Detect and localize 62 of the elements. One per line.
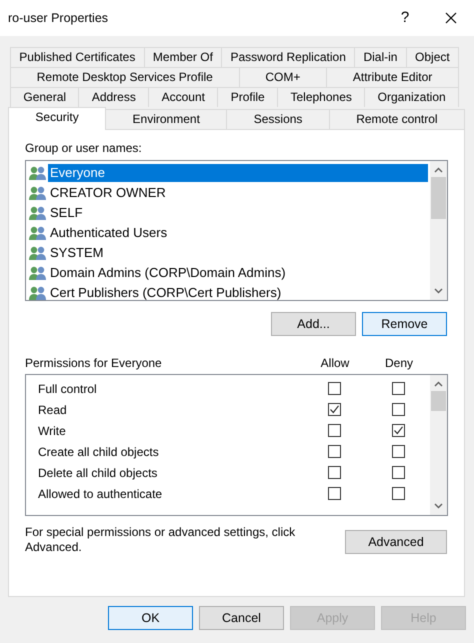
scroll-up-icon[interactable] [434, 381, 443, 387]
tab[interactable]: Published Certificates [10, 47, 145, 67]
checkbox[interactable] [392, 445, 404, 458]
tab[interactable]: Remote control [328, 109, 465, 129]
close-icon [445, 12, 457, 24]
scroll-down-icon[interactable] [434, 503, 443, 509]
button[interactable]: OK [108, 606, 193, 630]
button[interactable]: Remove [362, 312, 447, 336]
scrollbar[interactable] [430, 161, 447, 300]
permission-name: Read [38, 402, 67, 418]
checkbox[interactable] [328, 487, 340, 500]
tab[interactable]: General [10, 87, 80, 107]
checkbox[interactable] [328, 403, 340, 416]
user-list[interactable]: Everyone CREATOR OWNER SELF Authenticated Users SYSTEM Domain Admins (CORP\Domain Admins) Cert Publishers (CORP\Cert Publishers) [25, 160, 448, 301]
permission-name: Full control [38, 380, 97, 398]
users-icon [28, 265, 48, 281]
scroll-thumb[interactable] [431, 391, 446, 411]
users-icon [28, 285, 48, 300]
list-item[interactable]: SYSTEM [48, 244, 106, 262]
checkbox[interactable] [328, 382, 340, 395]
permission-name: Create all child objects [38, 444, 159, 460]
permission-name: Allowed to authenticate [38, 486, 162, 502]
checkbox[interactable] [392, 403, 404, 416]
tab[interactable]: Object [406, 47, 459, 67]
column-header: Allow [320, 355, 350, 372]
list-item[interactable]: Everyone [48, 164, 428, 182]
scroll-down-icon[interactable] [434, 288, 443, 294]
permission-name: Delete all child objects [38, 464, 158, 482]
tab[interactable]: Organization [364, 87, 460, 107]
checkbox[interactable] [328, 466, 340, 479]
checkbox[interactable] [328, 445, 340, 458]
button[interactable]: Cancel [199, 606, 284, 630]
tab[interactable]: Remote Desktop Services Profile [10, 67, 240, 87]
checkbox[interactable] [392, 382, 404, 395]
list-item[interactable]: Authenticated Users [48, 224, 170, 242]
list-item[interactable]: Domain Admins (CORP\Domain Admins) [48, 264, 288, 282]
button[interactable]: Add... [271, 312, 356, 336]
permission-name: Write [38, 422, 66, 440]
checkbox[interactable] [392, 466, 404, 479]
list-item[interactable]: CREATOR OWNER [48, 184, 168, 202]
users-icon [28, 245, 48, 261]
users-icon [28, 225, 48, 241]
window-title: ro-user Properties [8, 10, 110, 27]
permissions-label: Permissions for Everyone [25, 355, 163, 372]
advanced-note: For special permissions or advanced settings, click Advanced. [25, 525, 296, 555]
users-icon [28, 185, 48, 201]
checkbox[interactable] [392, 487, 404, 500]
scroll-up-icon[interactable] [434, 167, 443, 173]
users-icon [28, 165, 48, 181]
help-button[interactable]: ? [382, 0, 428, 36]
users-icon [28, 205, 48, 221]
scroll-thumb[interactable] [431, 177, 446, 219]
tab[interactable]: Security [8, 107, 106, 130]
checkbox[interactable] [392, 424, 404, 437]
list-item[interactable]: Cert Publishers (CORP\Cert Publishers) [48, 284, 284, 300]
checkbox[interactable] [328, 424, 340, 437]
advanced-button[interactable]: Advanced [345, 530, 447, 554]
list-label: Group or user names: [25, 140, 143, 157]
column-header: Deny [384, 355, 414, 372]
tab[interactable]: Attribute Editor [326, 67, 460, 87]
list-item[interactable]: SELF [48, 204, 85, 222]
scrollbar[interactable] [430, 375, 447, 515]
